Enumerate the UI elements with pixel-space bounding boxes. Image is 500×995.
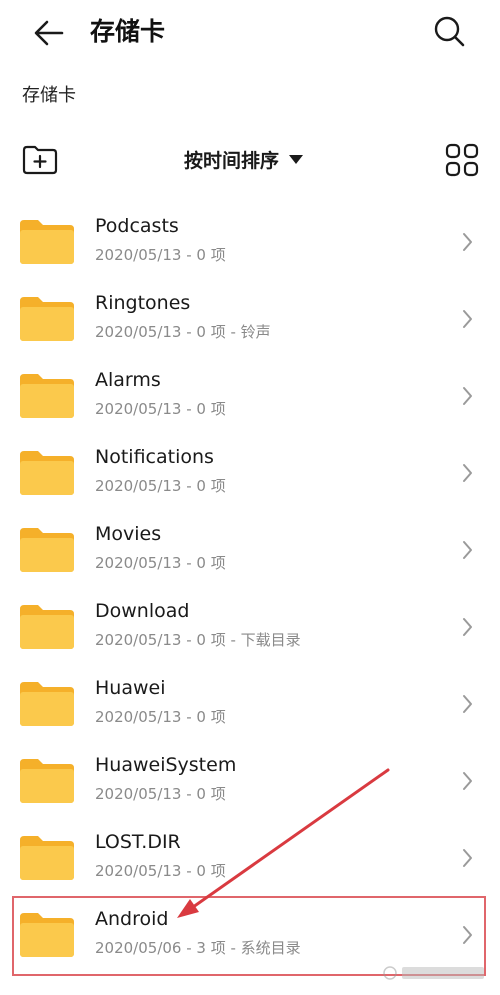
folder-icon	[20, 220, 74, 264]
file-meta: 2020/05/13 - 0 项	[95, 477, 226, 495]
chevron-right-icon	[463, 541, 472, 559]
file-name: Movies	[95, 523, 162, 545]
file-row-lost-dir[interactable]: LOST.DIR 2020/05/13 - 0 项	[0, 812, 500, 889]
top-app-bar: 存储卡	[0, 0, 500, 66]
caret-down-icon	[289, 154, 304, 164]
grid-view-button[interactable]	[444, 142, 480, 178]
file-meta: 2020/05/13 - 0 项 - 铃声	[95, 323, 271, 341]
file-meta: 2020/05/13 - 0 项	[95, 246, 226, 264]
file-name: Podcasts	[95, 215, 179, 237]
folder-icon	[20, 913, 74, 957]
file-meta: 2020/05/13 - 0 项 - 下载目录	[95, 631, 301, 649]
file-row-movies[interactable]: Movies 2020/05/13 - 0 项	[0, 504, 500, 581]
folder-icon	[20, 836, 74, 880]
file-name: Huawei	[95, 677, 166, 699]
file-name: HuaweiSystem	[95, 754, 237, 776]
file-name: Android	[95, 908, 169, 930]
folder-icon	[20, 528, 74, 572]
file-list: Podcasts 2020/05/13 - 0 项 Ringtones 2020…	[0, 196, 500, 966]
chevron-right-icon	[463, 772, 472, 790]
chevron-right-icon	[463, 233, 472, 251]
chevron-right-icon	[463, 310, 472, 328]
chevron-right-icon	[463, 695, 472, 713]
folder-icon	[20, 451, 74, 495]
file-name: LOST.DIR	[95, 831, 181, 853]
file-meta: 2020/05/13 - 0 项	[95, 862, 226, 880]
grid-view-icon	[445, 143, 479, 177]
sort-dropdown[interactable]: 按时间排序	[184, 141, 304, 177]
file-row-android[interactable]: Android 2020/05/06 - 3 项 - 系统目录	[0, 889, 500, 966]
file-meta: 2020/05/13 - 0 项	[95, 785, 226, 803]
file-row-huawei[interactable]: Huawei 2020/05/13 - 0 项	[0, 658, 500, 735]
file-meta: 2020/05/13 - 0 项	[95, 400, 226, 418]
folder-icon	[20, 374, 74, 418]
file-meta: 2020/05/13 - 0 项	[95, 708, 226, 726]
file-meta: 2020/05/06 - 3 项 - 系统目录	[95, 939, 301, 957]
page-title: 存储卡	[90, 17, 166, 46]
new-folder-icon	[22, 145, 58, 175]
file-name: Download	[95, 600, 190, 622]
chevron-right-icon	[463, 926, 472, 944]
file-name: Notifications	[95, 446, 214, 468]
chevron-right-icon	[463, 387, 472, 405]
new-folder-button[interactable]	[20, 140, 60, 180]
file-row-alarms[interactable]: Alarms 2020/05/13 - 0 项	[0, 350, 500, 427]
file-name: Alarms	[95, 369, 161, 391]
chevron-right-icon	[463, 464, 472, 482]
file-row-podcasts[interactable]: Podcasts 2020/05/13 - 0 项	[0, 196, 500, 273]
folder-icon	[20, 605, 74, 649]
search-icon	[434, 16, 465, 47]
folder-icon	[20, 759, 74, 803]
file-row-notifications[interactable]: Notifications 2020/05/13 - 0 项	[0, 427, 500, 504]
breadcrumb[interactable]: 存储卡	[22, 82, 76, 110]
chevron-right-icon	[463, 618, 472, 636]
file-name: Ringtones	[95, 292, 191, 314]
file-row-download[interactable]: Download 2020/05/13 - 0 项 - 下载目录	[0, 581, 500, 658]
back-button[interactable]	[28, 12, 72, 56]
back-arrow-icon	[34, 20, 64, 46]
sort-label: 按时间排序	[184, 149, 280, 172]
file-row-ringtones[interactable]: Ringtones 2020/05/13 - 0 项 - 铃声	[0, 273, 500, 350]
folder-icon	[20, 297, 74, 341]
folder-icon	[20, 682, 74, 726]
chevron-right-icon	[463, 849, 472, 867]
search-button[interactable]	[430, 12, 470, 52]
file-meta: 2020/05/13 - 0 项	[95, 554, 226, 572]
file-row-huaweisystem[interactable]: HuaweiSystem 2020/05/13 - 0 项	[0, 735, 500, 812]
